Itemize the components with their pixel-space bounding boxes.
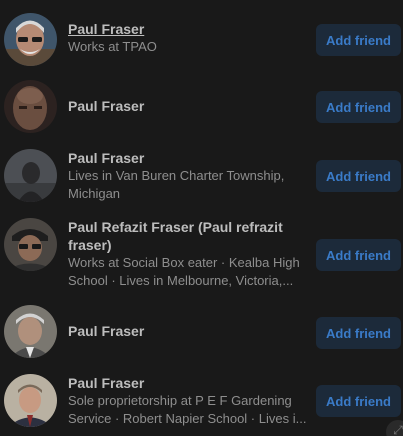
profile-details: Lives in Van Buren Charter Township, Mic…: [68, 168, 285, 201]
avatar[interactable]: [4, 80, 57, 133]
avatar[interactable]: [4, 218, 57, 271]
people-results-list: Paul Fraser Works at TPAO Add friend Pau…: [0, 0, 403, 436]
avatar[interactable]: [4, 13, 57, 66]
profile-details: Works at TPAO: [68, 39, 157, 54]
avatar[interactable]: [4, 305, 57, 358]
add-friend-button[interactable]: Add friend: [316, 24, 401, 56]
profile-details: Works at Social Box eater · Kealba High …: [68, 255, 300, 288]
profile-name-link[interactable]: Paul Fraser: [68, 322, 308, 340]
expand-icon[interactable]: ⤢: [386, 420, 403, 436]
avatar[interactable]: [4, 149, 57, 202]
add-friend-button[interactable]: Add friend: [316, 91, 401, 123]
profile-name-link[interactable]: Paul Fraser: [68, 20, 308, 38]
avatar[interactable]: [4, 374, 57, 427]
profile-details: Sole proprietorship at P E F Gardening S…: [68, 393, 307, 426]
add-friend-button[interactable]: Add friend: [316, 317, 401, 349]
add-friend-button[interactable]: Add friend: [316, 385, 401, 417]
profile-name-link[interactable]: Paul Fraser: [68, 97, 308, 115]
profile-name-link[interactable]: Paul Refazit Fraser (Paul refrazit frase…: [68, 218, 308, 254]
add-friend-button[interactable]: Add friend: [316, 160, 401, 192]
profile-name-link[interactable]: Paul Fraser: [68, 374, 308, 392]
profile-name-link[interactable]: Paul Fraser: [68, 149, 308, 167]
add-friend-button[interactable]: Add friend: [316, 239, 401, 271]
